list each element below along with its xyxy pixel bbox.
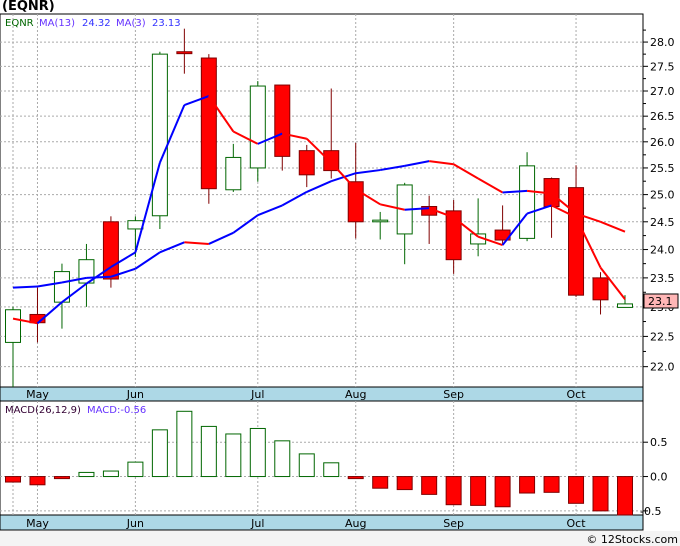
legend-ma3-value: 23.13 [152, 18, 181, 29]
candle-body [151, 53, 168, 217]
candle-body [617, 303, 633, 308]
candle-body [200, 57, 217, 190]
month-label: May [26, 517, 49, 530]
candle-body [519, 165, 536, 239]
month-label: Jul [250, 388, 264, 401]
macd-bar [298, 453, 315, 478]
macd-bar [29, 476, 46, 486]
y-tick-label: 24.0 [650, 244, 675, 257]
macd-bar [617, 476, 633, 516]
y-tick-label: 26.5 [650, 110, 675, 123]
candle-body [176, 51, 193, 55]
macd-bar [347, 476, 364, 480]
month-label: Sep [443, 388, 464, 401]
month-label: May [26, 388, 49, 401]
macd-bar [592, 476, 609, 512]
macd-bar [494, 476, 511, 508]
ma13-line-segment [86, 275, 111, 279]
macd-bar [5, 476, 21, 483]
macd-bar [445, 476, 462, 506]
macd-bar [249, 427, 266, 478]
macd-bar [176, 410, 193, 478]
macd-tick-label: 0.0 [650, 471, 668, 484]
candle-body [5, 309, 21, 343]
month-label: Aug [345, 517, 366, 530]
month-label: Jun [126, 388, 144, 401]
legend-ma3-label: MA(3) [116, 18, 146, 29]
macd-bar [519, 476, 536, 494]
macd-bar [151, 429, 168, 478]
candle-body [127, 220, 144, 230]
stock-chart: May Jun Jul Aug Sep Oct May Jun Jul Aug Sep Oct 22.0… [0, 0, 680, 531]
candle-body [347, 181, 364, 223]
date-axis-strip [0, 386, 644, 402]
legend-ma13-value: 24.32 [82, 18, 111, 29]
y-tick-label: 26.0 [650, 136, 675, 149]
y-tick-label: 23.5 [650, 272, 675, 285]
y-tick-label: 22.0 [650, 361, 675, 374]
macd-bar [543, 476, 560, 493]
candle-body [592, 277, 609, 301]
macd-bar [470, 476, 487, 506]
candle [249, 81, 266, 182]
y-tick-label: 27.0 [650, 85, 675, 98]
legend-ma13-label: MA(13) [39, 18, 75, 29]
copyright-footer: © 12Stocks.com [586, 533, 678, 546]
macd-bar [53, 476, 70, 480]
legend-symbol: EQNR [5, 18, 34, 29]
macd-bar [127, 461, 144, 478]
y-tick-label: 25.5 [650, 162, 675, 175]
candle-body [372, 219, 389, 223]
macd-bar [323, 462, 340, 478]
macd-bar [396, 476, 413, 491]
candle [519, 152, 536, 242]
candle-body [568, 187, 585, 296]
macd-bar [225, 433, 242, 478]
ma13-line-segment [12, 285, 38, 289]
date-axis-strip [0, 514, 644, 531]
month-label: Jun [126, 517, 144, 530]
macd-bar [421, 476, 438, 495]
y-tick-label: 24.5 [650, 216, 675, 229]
y-tick-label: 25.0 [650, 189, 675, 202]
macd-bar [200, 425, 217, 478]
candle [151, 51, 168, 229]
macd-bar [274, 440, 291, 478]
macd-panel [0, 400, 644, 516]
y-tick-label: 28.0 [650, 36, 675, 49]
macd-bar [568, 476, 585, 504]
candle-body [249, 85, 266, 169]
y-tick-label: 27.5 [650, 60, 675, 73]
macd-legend-value: MACD:-0.56 [87, 405, 146, 416]
macd-tick-label: 0.5 [650, 436, 668, 449]
y-tick-label: 22.5 [650, 330, 675, 343]
macd-bar [372, 476, 389, 489]
chart-title: (EQNR) [2, 0, 55, 14]
month-label: Oct [567, 388, 587, 401]
month-label: Oct [567, 517, 587, 530]
macd-bar [102, 470, 119, 478]
candle-body [298, 150, 315, 176]
candle [200, 54, 217, 204]
macd-tick-label: -0.5 [640, 505, 661, 518]
candle-body [274, 84, 291, 157]
macd-bar [78, 471, 95, 478]
macd-legend-label: MACD(26,12,9) [5, 405, 81, 416]
month-label: Sep [443, 517, 464, 530]
candle-body [225, 156, 242, 191]
last-price-label: 23.1 [648, 295, 673, 308]
month-label: Aug [345, 388, 366, 401]
month-label: Jul [250, 517, 264, 530]
